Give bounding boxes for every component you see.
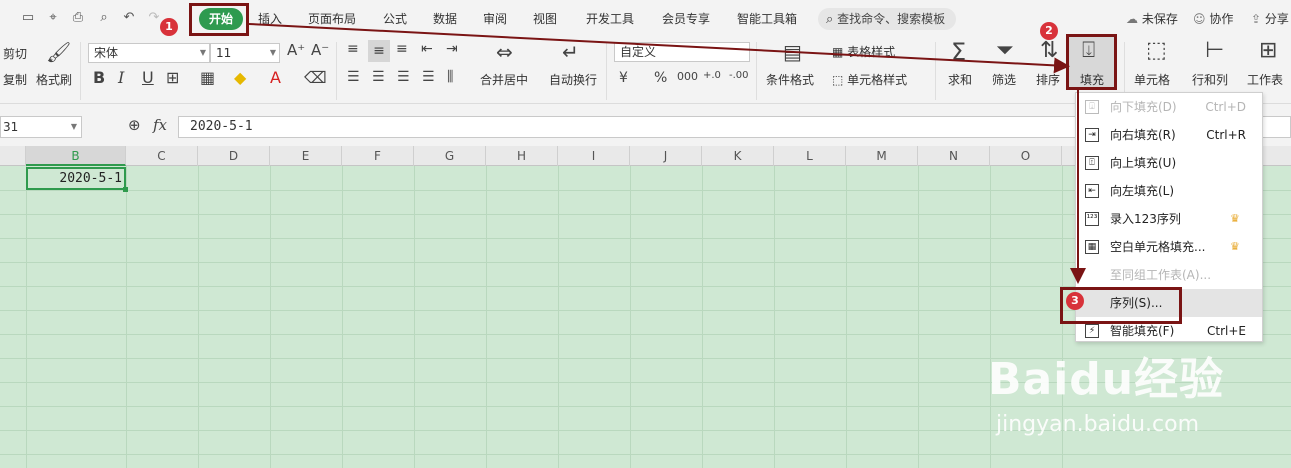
watermark-url: jingyan.baidu.com xyxy=(996,412,1200,437)
annotation-arrow-1 xyxy=(248,23,1070,74)
watermark: Baidu经验 jingyan.baidu.com xyxy=(988,352,1248,452)
annotation-box-home xyxy=(189,3,249,36)
watermark-logo: Baidu经验 xyxy=(988,354,1225,405)
step-badge-2: 2 xyxy=(1040,22,1058,40)
annotation-box-fill xyxy=(1066,34,1117,90)
step-badge-3: 3 xyxy=(1066,292,1084,310)
step-badge-1: 1 xyxy=(160,18,178,36)
